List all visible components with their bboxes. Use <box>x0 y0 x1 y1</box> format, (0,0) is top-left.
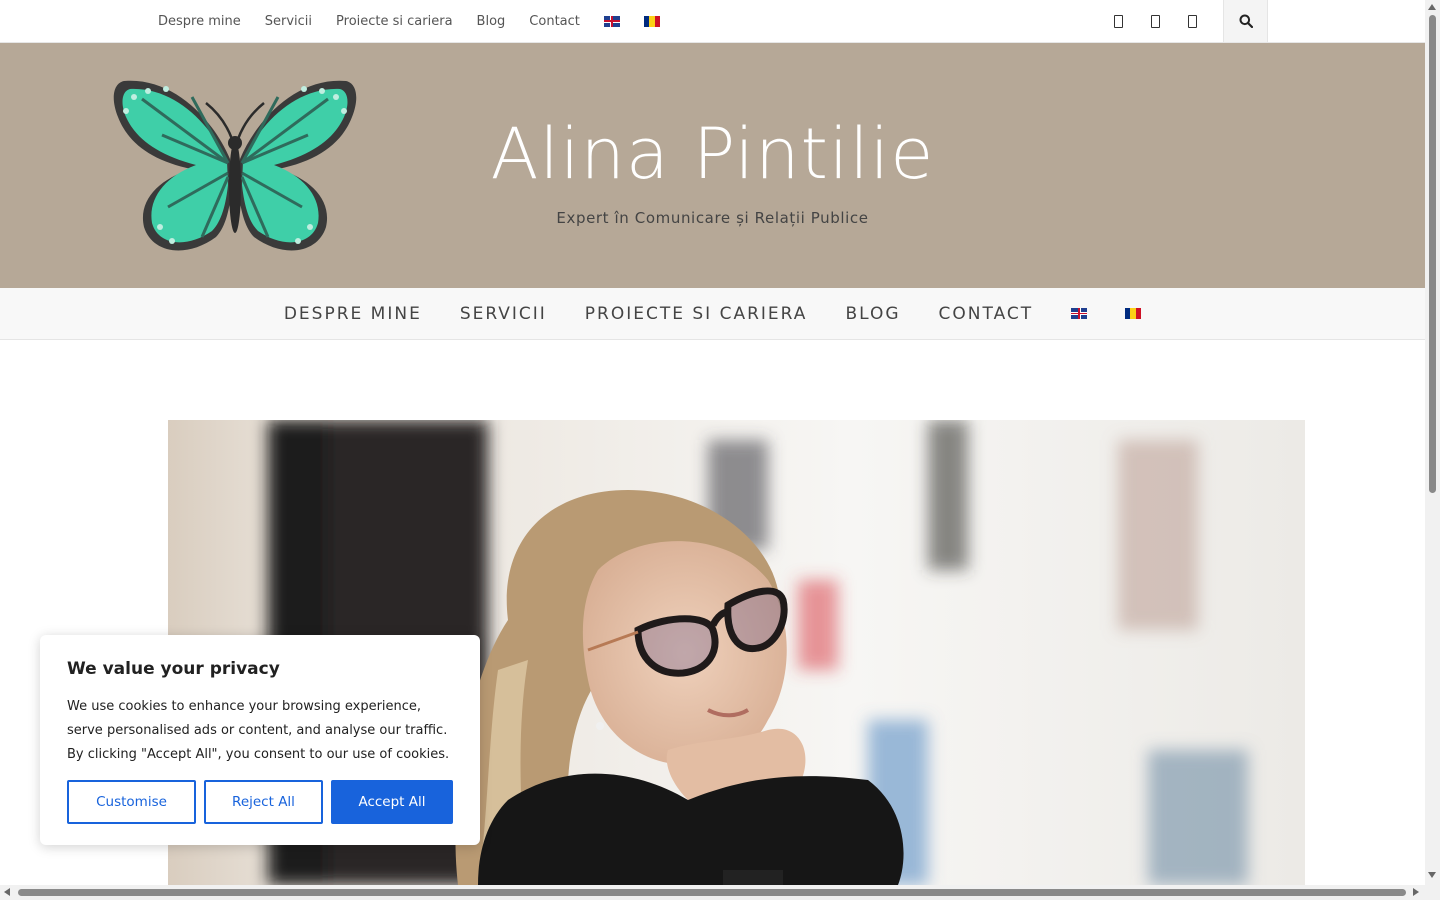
site-header: Alina Pintilie Expert în Comunicare și R… <box>0 43 1425 288</box>
horizontal-scroll-thumb[interactable] <box>18 889 1406 896</box>
scroll-right-arrow-icon[interactable] <box>1413 888 1419 896</box>
scroll-left-arrow-icon[interactable] <box>4 888 10 896</box>
top-nav-blog[interactable]: Blog <box>477 14 506 29</box>
top-nav-contact[interactable]: Contact <box>529 14 580 29</box>
top-nav-servicii[interactable]: Servicii <box>265 14 312 29</box>
social-icon-1[interactable] <box>1114 14 1123 28</box>
site-tagline: Expert în Comunicare și Relații Publice <box>556 209 869 227</box>
horizontal-scrollbar[interactable] <box>0 885 1425 900</box>
top-bar: Despre mine Servicii Proiecte si cariera… <box>0 0 1425 43</box>
cookie-title: We value your privacy <box>67 659 280 679</box>
vertical-scrollbar[interactable] <box>1425 0 1440 885</box>
cookie-buttons: Customise Reject All Accept All <box>67 780 453 824</box>
cookie-text: We use cookies to enhance your browsing … <box>67 699 450 762</box>
search-icon <box>1239 14 1253 28</box>
top-nav-proiecte[interactable]: Proiecte si cariera <box>336 14 453 29</box>
top-nav-despre-mine[interactable]: Despre mine <box>158 14 241 29</box>
ro-flag-icon[interactable] <box>1125 308 1142 319</box>
ro-flag-icon[interactable] <box>643 15 660 27</box>
uk-flag-icon[interactable] <box>603 15 620 27</box>
social-icon-3[interactable] <box>1188 14 1197 28</box>
uk-flag-icon[interactable] <box>1071 308 1088 319</box>
main-nav-blog[interactable]: BLOG <box>845 304 900 324</box>
main-nav-contact[interactable]: CONTACT <box>939 304 1034 324</box>
site-title[interactable]: Alina Pintilie <box>380 113 1045 195</box>
scroll-up-arrow-icon[interactable] <box>1428 4 1436 10</box>
main-nav-servicii[interactable]: SERVICII <box>460 304 547 324</box>
customise-button[interactable]: Customise <box>67 780 196 824</box>
main-nav: DESPRE MINE SERVICII PROIECTE SI CARIERA… <box>0 288 1425 340</box>
vertical-scroll-thumb[interactable] <box>1429 15 1436 493</box>
cookie-banner: We value your privacy We use cookies to … <box>40 635 480 845</box>
scroll-down-arrow-icon[interactable] <box>1428 872 1436 878</box>
butterfly-logo[interactable] <box>112 77 358 257</box>
scrollbar-corner <box>1425 885 1440 900</box>
main-nav-despre-mine[interactable]: DESPRE MINE <box>284 304 422 324</box>
main-nav-proiecte[interactable]: PROIECTE SI CARIERA <box>585 304 808 324</box>
top-nav: Despre mine Servicii Proiecte si cariera… <box>146 0 672 42</box>
social-icon-2[interactable] <box>1151 14 1160 28</box>
reject-all-button[interactable]: Reject All <box>204 780 323 824</box>
accept-all-button[interactable]: Accept All <box>331 780 453 824</box>
social-links <box>1100 0 1211 42</box>
search-button[interactable] <box>1223 0 1268 42</box>
